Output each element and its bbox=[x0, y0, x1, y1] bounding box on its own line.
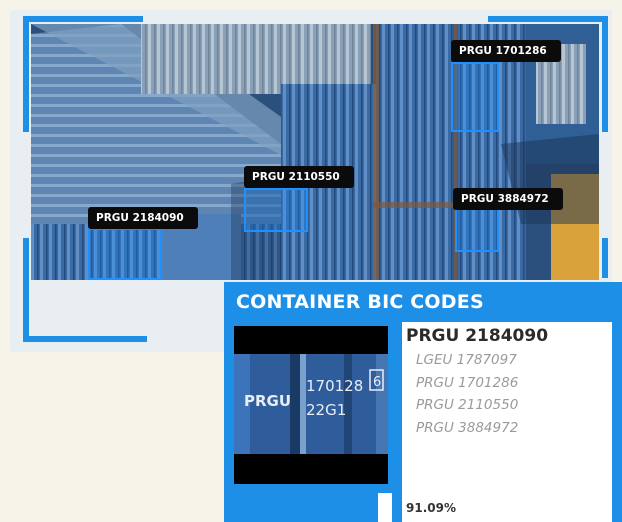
detection-tag-1[interactable]: PRGU 1701286 bbox=[451, 40, 561, 62]
crop-prefix-text: PRGU bbox=[244, 392, 291, 410]
confidence-bar-fill bbox=[234, 493, 378, 522]
code-crop-image: PRGU 170128 22G1 6 bbox=[234, 326, 388, 484]
confidence-value: 91.09% bbox=[406, 501, 456, 515]
confidence-bar bbox=[234, 493, 392, 522]
viewfinder-corner-top-right bbox=[488, 16, 608, 132]
detection-highlight-2 bbox=[244, 188, 308, 232]
panel-title: CONTAINER BIC CODES bbox=[236, 291, 484, 313]
crop-line2-text: 22G1 bbox=[306, 401, 346, 419]
bic-codes-panel: CONTAINER BIC CODES PRGU 170128 22G1 6 P… bbox=[224, 282, 622, 522]
candidate-code[interactable]: PRGU 3884972 bbox=[416, 417, 518, 440]
crop-check-digit: 6 bbox=[373, 375, 381, 390]
viewfinder-corner-bottom-left bbox=[23, 238, 147, 342]
viewfinder-corner-bottom-right bbox=[488, 238, 608, 278]
container-code-closeup: PRGU 170128 22G1 6 bbox=[234, 326, 388, 484]
detection-tag-2[interactable]: PRGU 2110550 bbox=[244, 166, 354, 188]
primary-code[interactable]: PRGU 2184090 bbox=[406, 326, 548, 346]
crop-line1-text: 170128 bbox=[306, 377, 363, 395]
candidate-code[interactable]: PRGU 2110550 bbox=[416, 394, 518, 417]
codes-list: PRGU 2184090 LGEU 1787097 PRGU 1701286 P… bbox=[402, 322, 612, 522]
candidate-code[interactable]: PRGU 1701286 bbox=[416, 372, 518, 395]
detection-tag-4[interactable]: PRGU 2184090 bbox=[88, 207, 198, 229]
detection-tag-3[interactable]: PRGU 3884972 bbox=[453, 188, 563, 210]
candidate-code[interactable]: LGEU 1787097 bbox=[416, 349, 518, 372]
viewfinder-corner-top-left bbox=[23, 16, 143, 132]
candidate-codes: LGEU 1787097 PRGU 1701286 PRGU 2110550 P… bbox=[416, 349, 518, 439]
